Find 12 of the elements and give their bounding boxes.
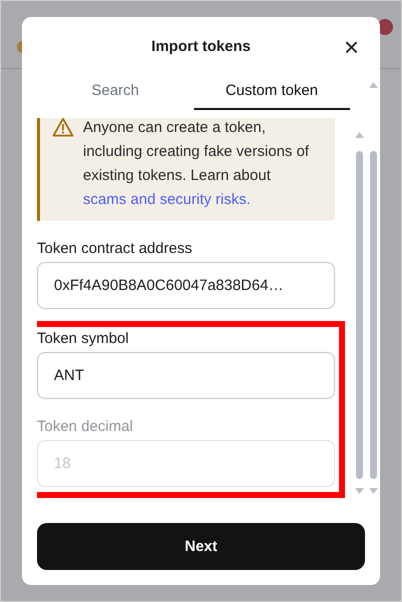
field-label: Token decimal — [37, 418, 134, 435]
tab[interactable]: Search — [37, 77, 194, 110]
tab[interactable]: Custom token — [194, 77, 350, 110]
close-button[interactable]: × — [342, 34, 361, 60]
input-field[interactable]: ANT — [37, 352, 335, 399]
warning-text: Anyone can create a token, including creating fake versions of existing tokens. Learn about scams and security risks. — [83, 118, 310, 210]
field-label: Token symbol — [37, 330, 130, 347]
next-button[interactable]: Next — [37, 523, 365, 570]
field-label: Token contract address — [37, 240, 194, 257]
input-field[interactable]: 0xFf4A90B8A0C60047a838D64… — [37, 262, 335, 309]
scams-link[interactable]: scams and security risks. — [83, 191, 251, 208]
dialog-title: Import tokens — [151, 38, 251, 54]
